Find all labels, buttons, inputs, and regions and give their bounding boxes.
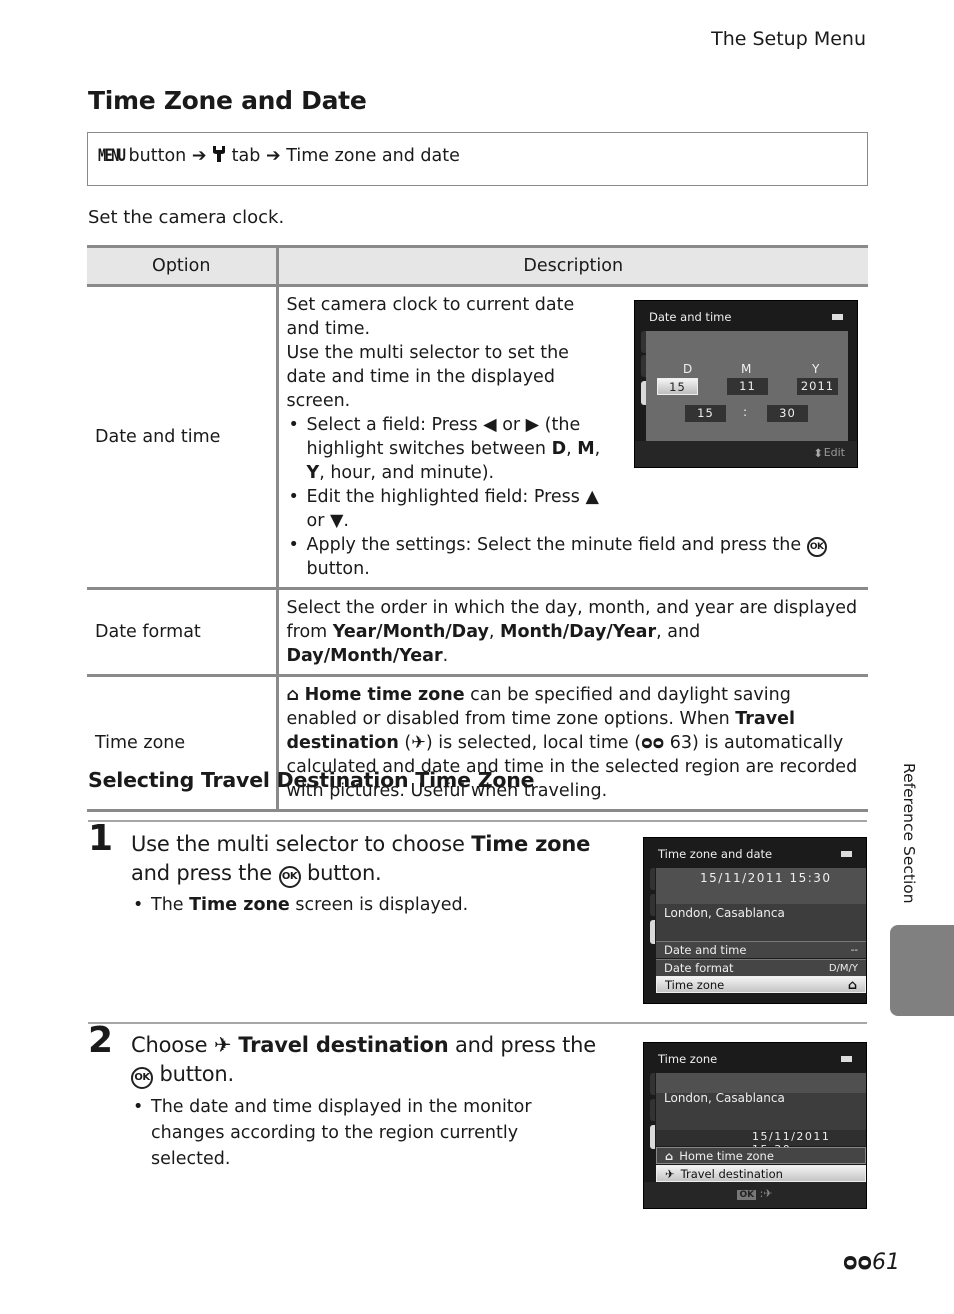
table-header-row: Option Description [87, 245, 868, 287]
plane-icon: ✈ [213, 1033, 232, 1057]
home-icon: ⌂ [847, 978, 857, 993]
step-instruction: Choose ✈ Travel destination and press th… [131, 1031, 611, 1089]
menu-tab-active [650, 920, 655, 944]
hour-field[interactable]: 15 [685, 405, 726, 422]
nav-text: tab [231, 146, 261, 166]
nav-destination: Time zone and date [286, 146, 460, 166]
column-header: Description [277, 245, 868, 287]
date-time-panel: D M Y 15 11 2011 15 : 30 [646, 331, 848, 442]
plane-icon: ✈ [411, 733, 426, 753]
plane-icon: ✈ [763, 1187, 773, 1200]
section-heading: Selecting Travel Destination Time Zone [88, 768, 535, 792]
menu-item-date-and-time[interactable]: Date and time -- [656, 941, 866, 958]
screen-footer: OK :✈ [644, 1182, 866, 1208]
month-field[interactable]: 11 [727, 378, 768, 395]
year-label: Y [812, 362, 820, 376]
day-field[interactable]: 15 [657, 378, 698, 395]
menu-tab-active [650, 1125, 655, 1149]
edit-hint: Edit [823, 446, 845, 459]
plane-icon: ✈ [665, 1167, 675, 1181]
arrow-icon: ➔ [265, 146, 281, 166]
step-number: 2 [88, 1020, 114, 1061]
wrench-icon [212, 146, 226, 166]
time-colon: : [743, 405, 748, 419]
menu-tab [650, 894, 655, 916]
running-head: The Setup Menu [711, 28, 866, 50]
section-thumb-tab[interactable] [890, 925, 954, 1016]
home-icon: ⌂ [665, 1149, 674, 1163]
desc-bullet: Apply the settings: Select the minute fi… [287, 533, 847, 581]
binoculars-icon: ᴑᴑ [641, 733, 665, 753]
desc-bullet: Select a field: Press ◀ or ▶ (the highli… [287, 413, 605, 485]
screen-title: Time zone [658, 1052, 718, 1066]
divider [88, 1022, 867, 1024]
intro-text: Set the camera clock. [88, 207, 285, 228]
day-label: D [683, 362, 693, 376]
screen-datetime: 15/11/2011 15:30 [700, 871, 832, 885]
battery-icon [841, 851, 852, 857]
option-description: Select the order in which the day, month… [277, 588, 868, 677]
binoculars-icon: ᴑᴑ [842, 1250, 872, 1275]
desc-text: Use the multi selector to set the date a… [286, 343, 569, 411]
screen-title: Time zone and date [658, 847, 773, 861]
ok-button-icon: OK [131, 1067, 153, 1089]
column-header: Option [87, 245, 279, 287]
menu-tab [650, 868, 655, 890]
step-bullet: The Time zone screen is displayed. [131, 892, 601, 918]
step-number: 1 [88, 818, 114, 859]
up-down-icon: ⬍ [813, 446, 823, 460]
year-field[interactable]: 2011 [797, 378, 838, 395]
menu-button-icon: MENU [98, 146, 126, 166]
ok-button-icon: OK [278, 866, 301, 888]
menu-item-time-zone[interactable]: Time zone ⌂ [656, 976, 866, 993]
menu-tab [650, 1073, 655, 1095]
page-title: Time Zone and Date [88, 86, 367, 115]
camera-screen-date-time: Date and time D M Y 15 11 2011 15 : 30 ⬍… [634, 300, 858, 468]
minute-field[interactable]: 30 [767, 405, 808, 422]
page-number: ᴑᴑ61 [842, 1250, 900, 1275]
camera-screen-time-zone: Time zone London, Casablanca 15/11/2011 … [643, 1042, 867, 1209]
menu-item-date-format[interactable]: Date format D/M/Y [656, 959, 866, 976]
nav-text: button [128, 146, 187, 166]
arrow-icon: ➔ [191, 146, 207, 166]
desc-bullet: Edit the highlighted field: Press ▲ or ▼… [287, 485, 605, 533]
home-icon: ⌂ [286, 685, 300, 705]
menu-item-travel-destination[interactable]: ✈ Travel destination [656, 1165, 866, 1182]
menu-item-home-time-zone[interactable]: ⌂ Home time zone [656, 1147, 866, 1164]
screen-location: London, Casablanca [664, 1091, 785, 1105]
battery-icon [841, 1056, 852, 1062]
menu-tab [650, 1099, 655, 1121]
screen-location: London, Casablanca [664, 906, 785, 920]
menu-path-box: MENU button ➔ tab ➔ Time zone and date [87, 132, 868, 186]
ok-button-icon: OK [737, 1190, 757, 1200]
side-tab-label: Reference Section [900, 763, 918, 904]
divider [88, 820, 867, 822]
step-bullet: The date and time displayed in the monit… [131, 1094, 601, 1172]
battery-icon [832, 314, 843, 320]
option-name: Date format [87, 588, 279, 677]
ok-button-icon: OK [806, 537, 827, 557]
camera-screen-time-zone-and-date: Time zone and date 15/11/2011 15:30 Lond… [643, 837, 867, 1004]
option-name: Date and time [87, 285, 279, 590]
step-instruction: Use the multi selector to choose Time zo… [131, 830, 611, 888]
screen-footer: ⬍ Edit [635, 441, 857, 467]
month-label: M [741, 362, 752, 376]
table-row: Date format Select the order in which th… [87, 588, 868, 677]
desc-text: Set camera clock to current date and tim… [286, 295, 575, 339]
screen-title: Date and time [649, 310, 732, 324]
